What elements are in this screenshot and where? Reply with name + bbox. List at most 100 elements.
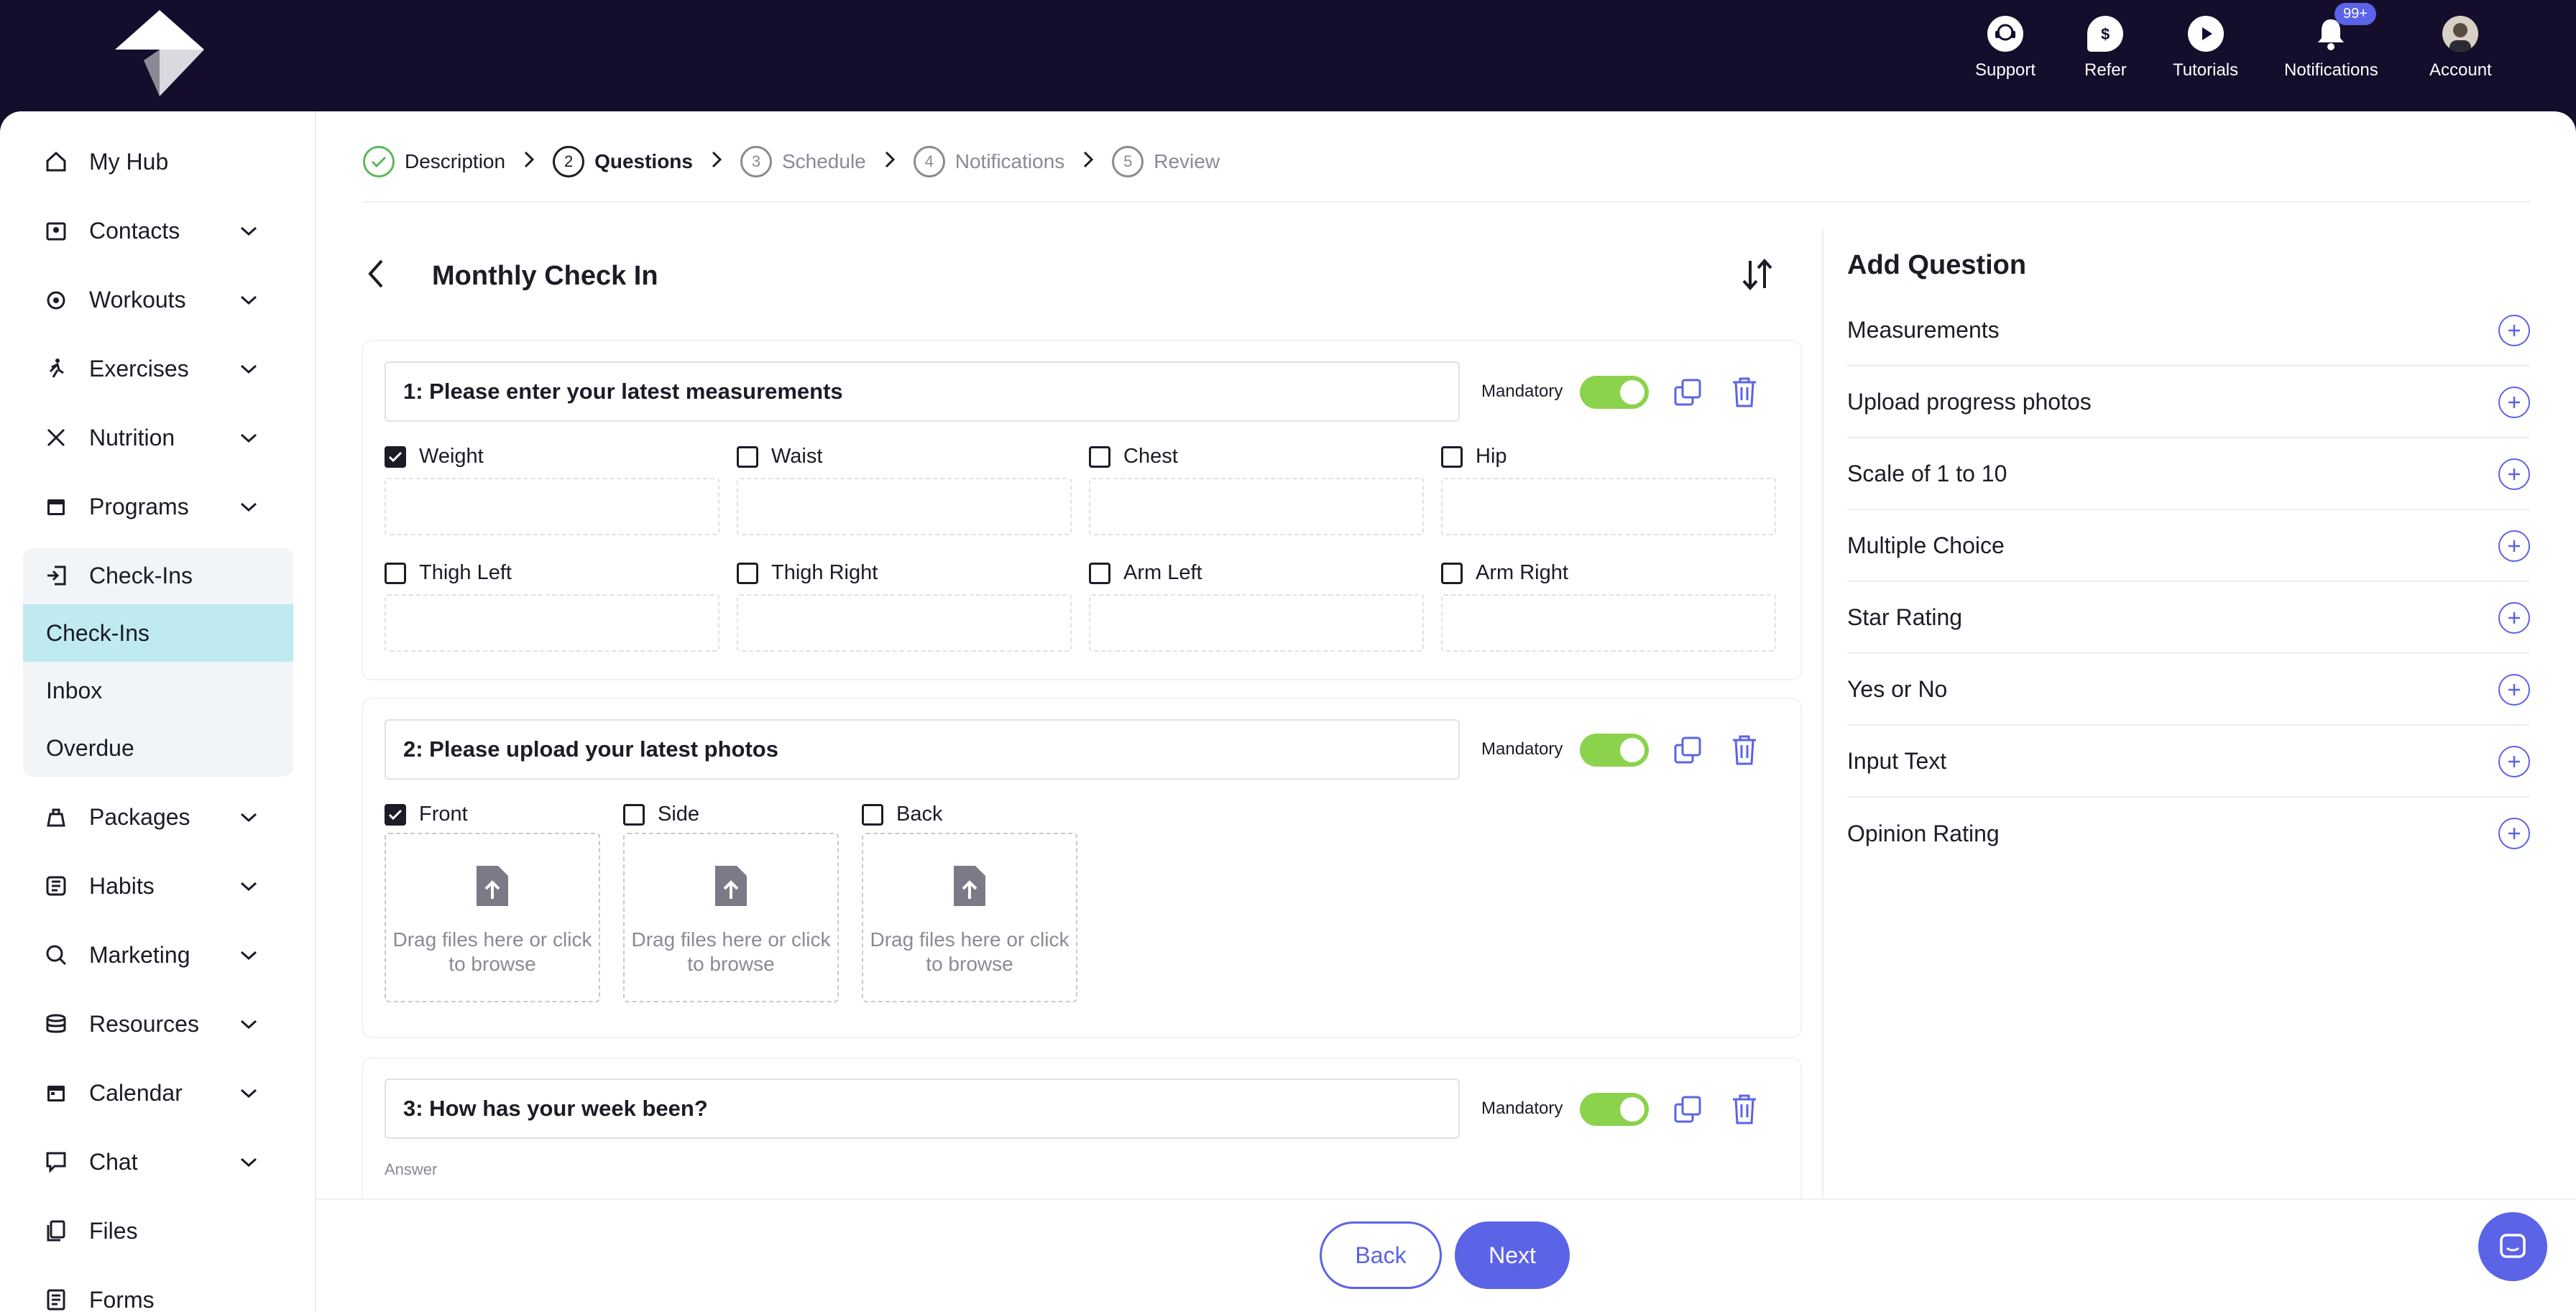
add-question-multiple-choice[interactable]: Multiple Choice xyxy=(1847,510,2530,582)
measurement-field[interactable] xyxy=(1441,594,1776,652)
step-questions[interactable]: 2 Questions xyxy=(553,146,693,177)
submenu-item-check-ins[interactable]: Check-Ins xyxy=(23,604,293,662)
question-title-input[interactable]: 2: Please upload your latest photos xyxy=(385,719,1460,780)
plus-icon[interactable] xyxy=(2498,458,2530,490)
trash-icon[interactable] xyxy=(1730,376,1759,409)
add-question-scale[interactable]: Scale of 1 to 10 xyxy=(1847,438,2530,510)
step-description[interactable]: Description xyxy=(363,146,505,177)
measurement-field[interactable] xyxy=(1089,478,1424,535)
checkbox-arm-left[interactable]: Arm Left xyxy=(1089,561,1202,585)
chevron-down-icon[interactable] xyxy=(239,222,259,239)
plus-icon[interactable] xyxy=(2498,530,2530,562)
sidebar-item-chat[interactable]: Chat xyxy=(43,1140,280,1183)
mandatory-toggle[interactable] xyxy=(1580,376,1649,409)
trash-icon[interactable] xyxy=(1730,1093,1759,1126)
nav-account[interactable]: Account xyxy=(2429,16,2492,80)
sidebar-item-check-ins[interactable]: Check-Ins xyxy=(43,554,280,597)
nav-refer[interactable]: $ Refer xyxy=(2084,16,2127,80)
chevron-down-icon[interactable] xyxy=(239,946,259,964)
measurement-field[interactable] xyxy=(1089,594,1424,652)
sidebar-item-contacts[interactable]: Contacts xyxy=(43,209,280,252)
sidebar-item-habits[interactable]: Habits xyxy=(43,864,280,907)
sidebar-item-resources[interactable]: Resources xyxy=(43,1002,280,1045)
submenu-item-overdue[interactable]: Overdue xyxy=(23,719,293,777)
submenu-item-inbox[interactable]: Inbox xyxy=(23,662,293,719)
sidebar-item-marketing[interactable]: Marketing xyxy=(43,933,280,976)
sidebar-item-exercises[interactable]: Exercises xyxy=(43,347,280,390)
add-question-star-rating[interactable]: Star Rating xyxy=(1847,582,2530,654)
checkbox-thigh-left[interactable]: Thigh Left xyxy=(385,561,512,585)
plus-icon[interactable] xyxy=(2498,315,2530,346)
checkbox-arm-right[interactable]: Arm Right xyxy=(1441,561,1568,585)
sidebar-item-packages[interactable]: Packages xyxy=(43,795,280,839)
measurement-field[interactable] xyxy=(737,478,1072,535)
plus-icon[interactable] xyxy=(2498,387,2530,418)
add-question-opinion-rating[interactable]: Opinion Rating xyxy=(1847,798,2530,869)
back-button[interactable]: Back xyxy=(1320,1221,1442,1289)
checkbox-unchecked xyxy=(1089,445,1110,468)
chevron-down-icon[interactable] xyxy=(239,498,259,515)
brand-logo[interactable] xyxy=(115,10,204,96)
chevron-down-icon[interactable] xyxy=(239,808,259,826)
copy-icon[interactable] xyxy=(1673,735,1704,767)
plus-icon[interactable] xyxy=(2498,746,2530,777)
add-question-measurements[interactable]: Measurements xyxy=(1847,295,2530,366)
chevron-down-icon[interactable] xyxy=(239,360,259,377)
sidebar-item-forms[interactable]: Forms xyxy=(43,1278,280,1312)
measurement-field[interactable] xyxy=(385,478,719,535)
checkbox-front[interactable]: Front xyxy=(385,803,468,826)
mandatory-toggle[interactable] xyxy=(1580,1093,1649,1126)
add-question-input-text[interactable]: Input Text xyxy=(1847,726,2530,798)
copy-icon[interactable] xyxy=(1673,377,1704,409)
checkbox-thigh-right[interactable]: Thigh Right xyxy=(737,561,878,585)
chevron-down-icon[interactable] xyxy=(239,1015,259,1032)
chevron-down-icon[interactable] xyxy=(239,1084,259,1101)
sidebar-item-files[interactable]: Files xyxy=(43,1209,280,1252)
sidebar-item-calendar[interactable]: Calendar xyxy=(43,1071,280,1114)
checkbox-label: Front xyxy=(419,803,468,826)
upload-dropzone-front[interactable]: Drag files here or click to browse xyxy=(385,833,600,1002)
mandatory-label: Mandatory xyxy=(1481,382,1563,401)
sidebar-item-my-hub[interactable]: My Hub xyxy=(43,140,280,183)
question-title-input[interactable]: 3: How has your week been? xyxy=(385,1078,1460,1139)
plus-icon[interactable] xyxy=(2498,602,2530,634)
trash-icon[interactable] xyxy=(1730,734,1759,767)
sidebar-item-nutrition[interactable]: Nutrition xyxy=(43,416,280,459)
checkbox-chest[interactable]: Chest xyxy=(1089,445,1178,468)
plus-icon[interactable] xyxy=(2498,818,2530,849)
measurement-field[interactable] xyxy=(385,594,719,652)
back-arrow-icon[interactable] xyxy=(363,257,392,291)
sort-icon[interactable] xyxy=(1739,257,1775,292)
step-schedule[interactable]: 3 Schedule xyxy=(740,146,866,177)
checkbox-hip[interactable]: Hip xyxy=(1441,445,1507,468)
sidebar-item-workouts[interactable]: Workouts xyxy=(43,278,280,321)
plus-icon[interactable] xyxy=(2498,674,2530,706)
nav-tutorials[interactable]: Tutorials xyxy=(2173,16,2238,80)
step-notifications[interactable]: 4 Notifications xyxy=(913,146,1064,177)
add-question-upload-photos[interactable]: Upload progress photos xyxy=(1847,366,2530,438)
checkbox-waist[interactable]: Waist xyxy=(737,445,822,468)
question-title-input[interactable]: 1: Please enter your latest measurements xyxy=(385,361,1460,422)
next-button[interactable]: Next xyxy=(1455,1221,1570,1289)
upload-dropzone-side[interactable]: Drag files here or click to browse xyxy=(623,833,839,1002)
step-number: 4 xyxy=(913,146,945,177)
chevron-down-icon[interactable] xyxy=(239,1153,259,1170)
support-chat-button[interactable] xyxy=(2478,1212,2547,1281)
sidebar-item-programs[interactable]: Programs xyxy=(43,485,280,528)
checkbox-back[interactable]: Back xyxy=(862,803,942,826)
measurement-field[interactable] xyxy=(1441,478,1776,535)
chevron-down-icon[interactable] xyxy=(239,877,259,895)
chevron-down-icon[interactable] xyxy=(239,291,259,308)
step-review[interactable]: 5 Review xyxy=(1112,146,1220,177)
mandatory-toggle[interactable] xyxy=(1580,734,1649,767)
nav-support[interactable]: Support xyxy=(1975,16,2036,80)
checkbox-weight[interactable]: Weight xyxy=(385,445,484,468)
checkbox-label: Back xyxy=(896,803,943,826)
add-question-yes-no[interactable]: Yes or No xyxy=(1847,654,2530,726)
measurement-field[interactable] xyxy=(737,594,1072,652)
nav-notifications[interactable]: Notifications xyxy=(2284,16,2378,80)
chevron-down-icon[interactable] xyxy=(239,429,259,446)
checkbox-side[interactable]: Side xyxy=(623,803,699,826)
upload-dropzone-back[interactable]: Drag files here or click to browse xyxy=(862,833,1077,1002)
copy-icon[interactable] xyxy=(1673,1094,1704,1126)
